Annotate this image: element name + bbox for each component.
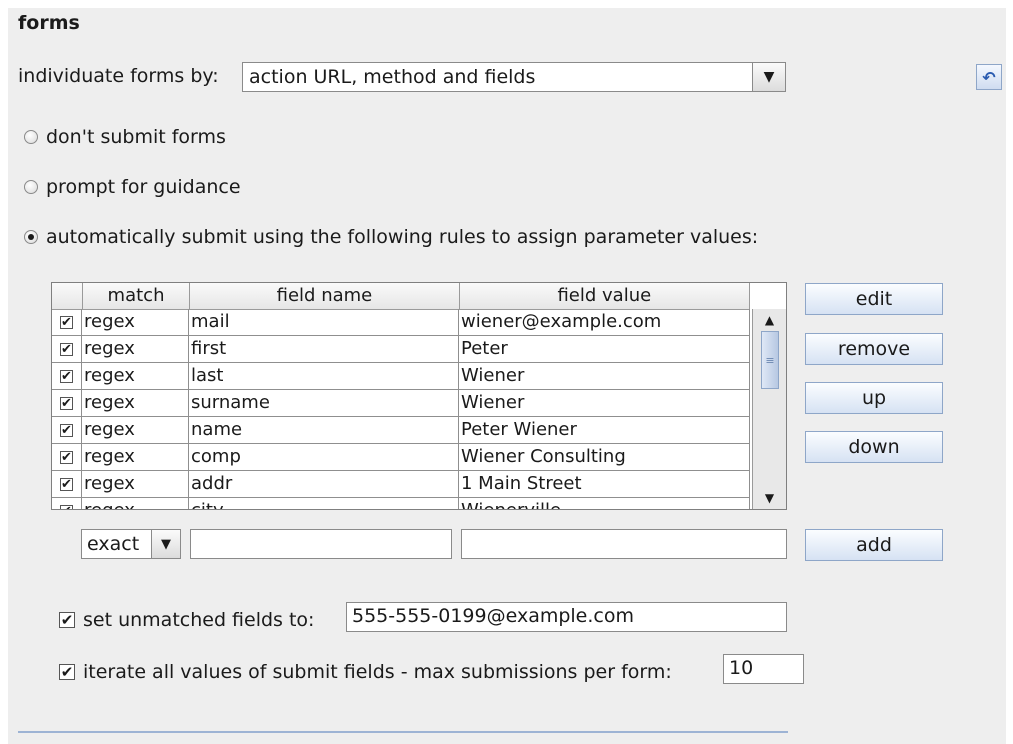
row-field-name: addr xyxy=(189,471,459,497)
row-field-value: Peter xyxy=(459,336,750,362)
row-enabled-checkbox[interactable]: ✔ xyxy=(60,342,73,356)
row-field-name: surname xyxy=(189,390,459,416)
chevron-down-icon[interactable]: ▼ xyxy=(752,63,785,91)
table-row[interactable]: ✔ regex name Peter Wiener xyxy=(52,417,750,444)
radio-label: prompt for guidance xyxy=(46,176,241,198)
radio-label: don't submit forms xyxy=(46,126,226,148)
row-enabled-cell: ✔ xyxy=(52,417,82,443)
table-scrollbar[interactable]: ▲ ≡ ▼ xyxy=(752,309,786,509)
scroll-down-arrow-icon[interactable]: ▼ xyxy=(753,487,786,509)
iterate-label: iterate all values of submit fields - ma… xyxy=(83,661,672,683)
row-field-value: wiener@example.com xyxy=(459,309,750,335)
radio-prompt[interactable]: prompt for guidance xyxy=(24,176,241,198)
row-enabled-cell: ✔ xyxy=(52,309,82,335)
row-field-value: 1 Main Street xyxy=(459,471,750,497)
row-enabled-checkbox[interactable]: ✔ xyxy=(60,369,73,383)
row-enabled-checkbox[interactable]: ✔ xyxy=(60,450,73,464)
individuate-label: individuate forms by: xyxy=(18,65,219,87)
row-field-name: mail xyxy=(189,309,459,335)
row-enabled-cell: ✔ xyxy=(52,498,82,509)
row-match: regex xyxy=(82,336,189,362)
radio-auto-submit[interactable]: automatically submit using the following… xyxy=(24,226,758,248)
row-field-name: name xyxy=(189,417,459,443)
iterate-checkbox[interactable]: ✔ xyxy=(59,664,75,680)
new-field-name-input[interactable] xyxy=(190,529,452,559)
up-button[interactable]: up xyxy=(805,382,943,414)
header-field-value[interactable]: field value xyxy=(460,283,750,309)
match-type-selected: exact xyxy=(87,533,140,555)
unmatched-value-input[interactable]: 555-555-0199@example.com xyxy=(346,602,787,632)
header-field-name[interactable]: field name xyxy=(190,283,460,309)
table-row[interactable]: ✔ regex comp Wiener Consulting xyxy=(52,444,750,471)
row-enabled-cell: ✔ xyxy=(52,471,82,497)
table-row[interactable]: ✔ regex addr 1 Main Street xyxy=(52,471,750,498)
header-match[interactable]: match xyxy=(83,283,191,309)
row-enabled-checkbox[interactable]: ✔ xyxy=(60,423,73,437)
table-body: ✔ regex mail wiener@example.com ✔ regex first P… xyxy=(52,309,750,509)
row-match: regex xyxy=(82,417,189,443)
max-submissions-input[interactable]: 10 xyxy=(723,654,804,684)
chevron-down-icon[interactable]: ▼ xyxy=(151,530,180,558)
radio-label: automatically submit using the following… xyxy=(46,226,759,248)
row-match: regex xyxy=(82,390,189,416)
row-field-name: last xyxy=(189,363,459,389)
row-enabled-cell: ✔ xyxy=(52,363,82,389)
scroll-thumb[interactable]: ≡ xyxy=(761,331,779,389)
row-match: regex xyxy=(82,498,189,509)
down-button[interactable]: down xyxy=(805,431,943,463)
row-enabled-cell: ✔ xyxy=(52,390,82,416)
row-match: regex xyxy=(82,471,189,497)
table-row[interactable]: ✔ regexcityWienerville xyxy=(52,498,750,509)
row-field-value: Wienerville xyxy=(459,498,750,509)
row-match: regex xyxy=(82,363,189,389)
match-type-dropdown[interactable]: exact ▼ xyxy=(81,529,181,559)
row-enabled-cell: ✔ xyxy=(52,444,82,470)
row-field-value: Wiener xyxy=(459,390,750,416)
unmatched-option[interactable]: ✔ set unmatched fields to: xyxy=(59,609,314,631)
row-enabled-checkbox[interactable]: ✔ xyxy=(60,504,73,509)
radio-button[interactable] xyxy=(24,130,38,144)
table-row[interactable]: ✔ regex first Peter xyxy=(52,336,750,363)
row-field-value: Wiener xyxy=(459,363,750,389)
scroll-up-arrow-icon[interactable]: ▲ xyxy=(753,309,786,331)
radio-button[interactable] xyxy=(24,230,38,244)
iterate-option[interactable]: ✔ iterate all values of submit fields - … xyxy=(59,661,672,683)
table-row[interactable]: ✔ regex mail wiener@example.com xyxy=(52,309,750,336)
row-match: regex xyxy=(82,444,189,470)
row-enabled-cell: ✔ xyxy=(52,336,82,362)
row-field-name: comp xyxy=(189,444,459,470)
row-match: regex xyxy=(82,309,189,335)
row-enabled-checkbox[interactable]: ✔ xyxy=(60,477,73,491)
table-row[interactable]: ✔ regex last Wiener xyxy=(52,363,750,390)
row-field-value: Wiener Consulting xyxy=(459,444,750,470)
unmatched-label: set unmatched fields to: xyxy=(83,609,315,631)
section-title: forms xyxy=(18,12,80,34)
reset-button[interactable]: ↶ xyxy=(976,64,1002,90)
new-field-value-input[interactable] xyxy=(461,529,787,559)
row-enabled-checkbox[interactable]: ✔ xyxy=(60,315,73,329)
table-header: match field name field value xyxy=(52,283,750,310)
add-button[interactable]: add xyxy=(805,529,943,561)
row-field-name: first xyxy=(189,336,459,362)
row-enabled-checkbox[interactable]: ✔ xyxy=(60,396,73,410)
header-enabled[interactable] xyxy=(52,283,83,309)
unmatched-checkbox[interactable]: ✔ xyxy=(59,612,75,628)
radio-button[interactable] xyxy=(24,180,38,194)
undo-icon: ↶ xyxy=(982,67,996,87)
rules-table: match field name field value ✔ regex mail w… xyxy=(51,282,787,510)
remove-button[interactable]: remove xyxy=(805,333,943,365)
radio-dont-submit[interactable]: don't submit forms xyxy=(24,126,226,148)
divider xyxy=(18,731,788,733)
row-field-name: city xyxy=(189,498,459,509)
table-row[interactable]: ✔ regex surname Wiener xyxy=(52,390,750,417)
individuate-dropdown[interactable]: action URL, method and fields ▼ xyxy=(242,62,786,92)
edit-button[interactable]: edit xyxy=(805,283,943,315)
row-field-value: Peter Wiener xyxy=(459,417,750,443)
individuate-selected: action URL, method and fields xyxy=(249,66,536,88)
